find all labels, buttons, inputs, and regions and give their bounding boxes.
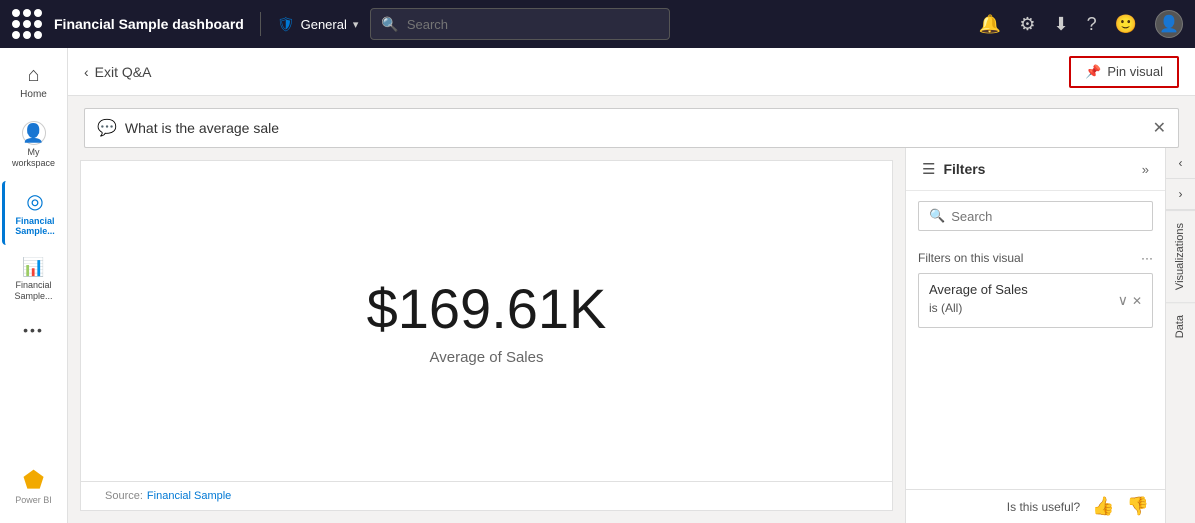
pin-visual-label: Pin visual — [1107, 64, 1163, 79]
close-icon[interactable]: ✕ — [1153, 118, 1166, 138]
feedback-bar: Is this useful? 👍 👎 — [906, 489, 1165, 523]
bar-chart-icon: 📊 — [22, 257, 44, 278]
sidebar-item-workspace-label: Myworkspace — [12, 147, 55, 169]
sidebar-item-financial-1[interactable]: ◎ Financial Sample... — [2, 181, 66, 246]
pin-icon: 📌 — [1085, 64, 1101, 80]
filter-value: is (All) — [929, 297, 1028, 319]
chart-label: Average of Sales — [430, 349, 544, 366]
download-icon[interactable]: ⬇ — [1053, 14, 1068, 35]
collapse-left-icon[interactable]: ‹ — [1166, 148, 1195, 179]
source-row: Source: Financial Sample — [80, 482, 893, 511]
tab-data[interactable]: Data — [1166, 302, 1195, 350]
thumbs-up-icon[interactable]: 👍 — [1092, 496, 1114, 517]
help-icon[interactable]: ? — [1087, 14, 1097, 35]
sidebar-item-home[interactable]: ⌂ Home — [2, 56, 66, 109]
filter-item: Average of Sales is (All) ∨ ✕ — [918, 273, 1153, 328]
topbar-icons: 🔔 ⚙ ⬇ ? 🙂 👤 — [979, 10, 1183, 38]
sidebar-item-my-workspace[interactable]: 👤 Myworkspace — [2, 113, 66, 177]
filter-item-icons: ∨ ✕ — [1118, 292, 1142, 309]
feedback-text: Is this useful? — [1007, 500, 1080, 514]
pin-visual-button[interactable]: 📌 Pin visual — [1069, 56, 1179, 88]
content-inner: $169.61K Average of Sales Source: Financ… — [68, 148, 1195, 523]
filter-chevron-icon[interactable]: ∨ — [1118, 292, 1128, 309]
shield-icon: 🛡 — [277, 16, 295, 33]
notification-icon[interactable]: 🔔 — [979, 14, 1001, 35]
home-icon: ⌂ — [27, 64, 39, 87]
sidebar: ⌂ Home 👤 Myworkspace ◎ Financial Sample.… — [0, 48, 68, 523]
search-icon: 🔍 — [381, 16, 398, 33]
apps-grid-icon[interactable] — [12, 9, 42, 39]
chart-value: $169.61K — [367, 276, 607, 341]
side-tabs: ‹ › Visualizations Data — [1165, 148, 1195, 523]
filters-title: Filters — [943, 161, 1133, 177]
avatar[interactable]: 👤 — [1155, 10, 1183, 38]
tab-visualizations[interactable]: Visualizations — [1166, 210, 1195, 302]
chevron-left-icon: ‹ — [84, 64, 89, 80]
sidebar-item-home-label: Home — [20, 89, 47, 101]
chevron-down-icon: ▾ — [353, 18, 359, 31]
filters-more-icon[interactable]: ··· — [1141, 251, 1153, 265]
thumbs-down-icon[interactable]: 👎 — [1127, 496, 1149, 517]
main-layout: ⌂ Home 👤 Myworkspace ◎ Financial Sample.… — [0, 48, 1195, 523]
search-icon: 🔍 — [929, 208, 945, 224]
qna-bar: ‹ Exit Q&A 📌 Pin visual — [68, 48, 1195, 96]
tab-data-label: Data — [1174, 315, 1186, 338]
topbar: Financial Sample dashboard 🛡 General ▾ 🔍… — [0, 0, 1195, 48]
avatar-icon: 👤 — [1159, 14, 1179, 34]
financial-sample-icon-1: ◎ — [26, 189, 43, 214]
filters-search-input[interactable] — [951, 209, 1142, 224]
tab-visualizations-label: Visualizations — [1174, 223, 1186, 290]
sidebar-item-financial-2-label: Financial Sample... — [6, 280, 62, 302]
filter-label: Average of Sales — [929, 282, 1028, 297]
filter-clear-icon[interactable]: ✕ — [1132, 294, 1142, 308]
section-label: General — [301, 17, 347, 32]
person-icon: 👤 — [22, 121, 46, 145]
qna-input-wrap: 💬 ✕ — [84, 108, 1179, 148]
content-area: ‹ Exit Q&A 📌 Pin visual 💬 ✕ $169.61K Ave… — [68, 48, 1195, 523]
source-link[interactable]: Financial Sample — [147, 490, 231, 502]
feedback-smiley-icon[interactable]: 🙂 — [1115, 14, 1137, 35]
app-title: Financial Sample dashboard — [54, 16, 244, 32]
exit-qna-button[interactable]: ‹ Exit Q&A — [84, 64, 151, 80]
filters-expand-icon[interactable]: » — [1142, 162, 1149, 177]
chat-icon: 💬 — [97, 118, 117, 138]
filter-icon: ☰ — [922, 160, 935, 178]
powerbi-logo[interactable]: ⬟ — [23, 466, 44, 495]
filters-section: Filters on this visual ··· Average of Sa… — [906, 241, 1165, 338]
section-badge[interactable]: 🛡 General ▾ — [277, 16, 359, 33]
settings-icon[interactable]: ⚙ — [1019, 14, 1035, 35]
sidebar-item-financial-1-label: Financial Sample... — [9, 216, 62, 238]
powerbi-label: Power BI — [15, 495, 52, 505]
filters-section-header: Filters on this visual ··· — [918, 251, 1153, 265]
source-prefix: Source: — [105, 490, 143, 502]
filters-section-title: Filters on this visual — [918, 251, 1023, 265]
filters-header: ☰ Filters » — [906, 148, 1165, 191]
filters-panel: ☰ Filters » 🔍 Filters on this visual ··· — [905, 148, 1165, 523]
sidebar-bottom: ⬟ Power BI — [15, 466, 52, 515]
chart-outer: $169.61K Average of Sales Source: Financ… — [68, 148, 905, 523]
search-bar[interactable]: 🔍 — [370, 8, 670, 40]
collapse-right-icon[interactable]: › — [1166, 179, 1195, 210]
sidebar-item-more[interactable]: ••• — [2, 314, 66, 346]
qna-input[interactable] — [125, 120, 1145, 136]
divider — [260, 12, 261, 36]
more-icon: ••• — [23, 322, 44, 338]
filter-item-content: Average of Sales is (All) — [929, 282, 1028, 319]
right-panel: ☰ Filters » 🔍 Filters on this visual ··· — [905, 148, 1195, 523]
exit-qna-label: Exit Q&A — [95, 64, 152, 80]
filters-search: 🔍 — [918, 201, 1153, 231]
search-input[interactable] — [407, 17, 660, 32]
sidebar-item-financial-2[interactable]: 📊 Financial Sample... — [2, 249, 66, 310]
chart-area: $169.61K Average of Sales — [80, 160, 893, 482]
